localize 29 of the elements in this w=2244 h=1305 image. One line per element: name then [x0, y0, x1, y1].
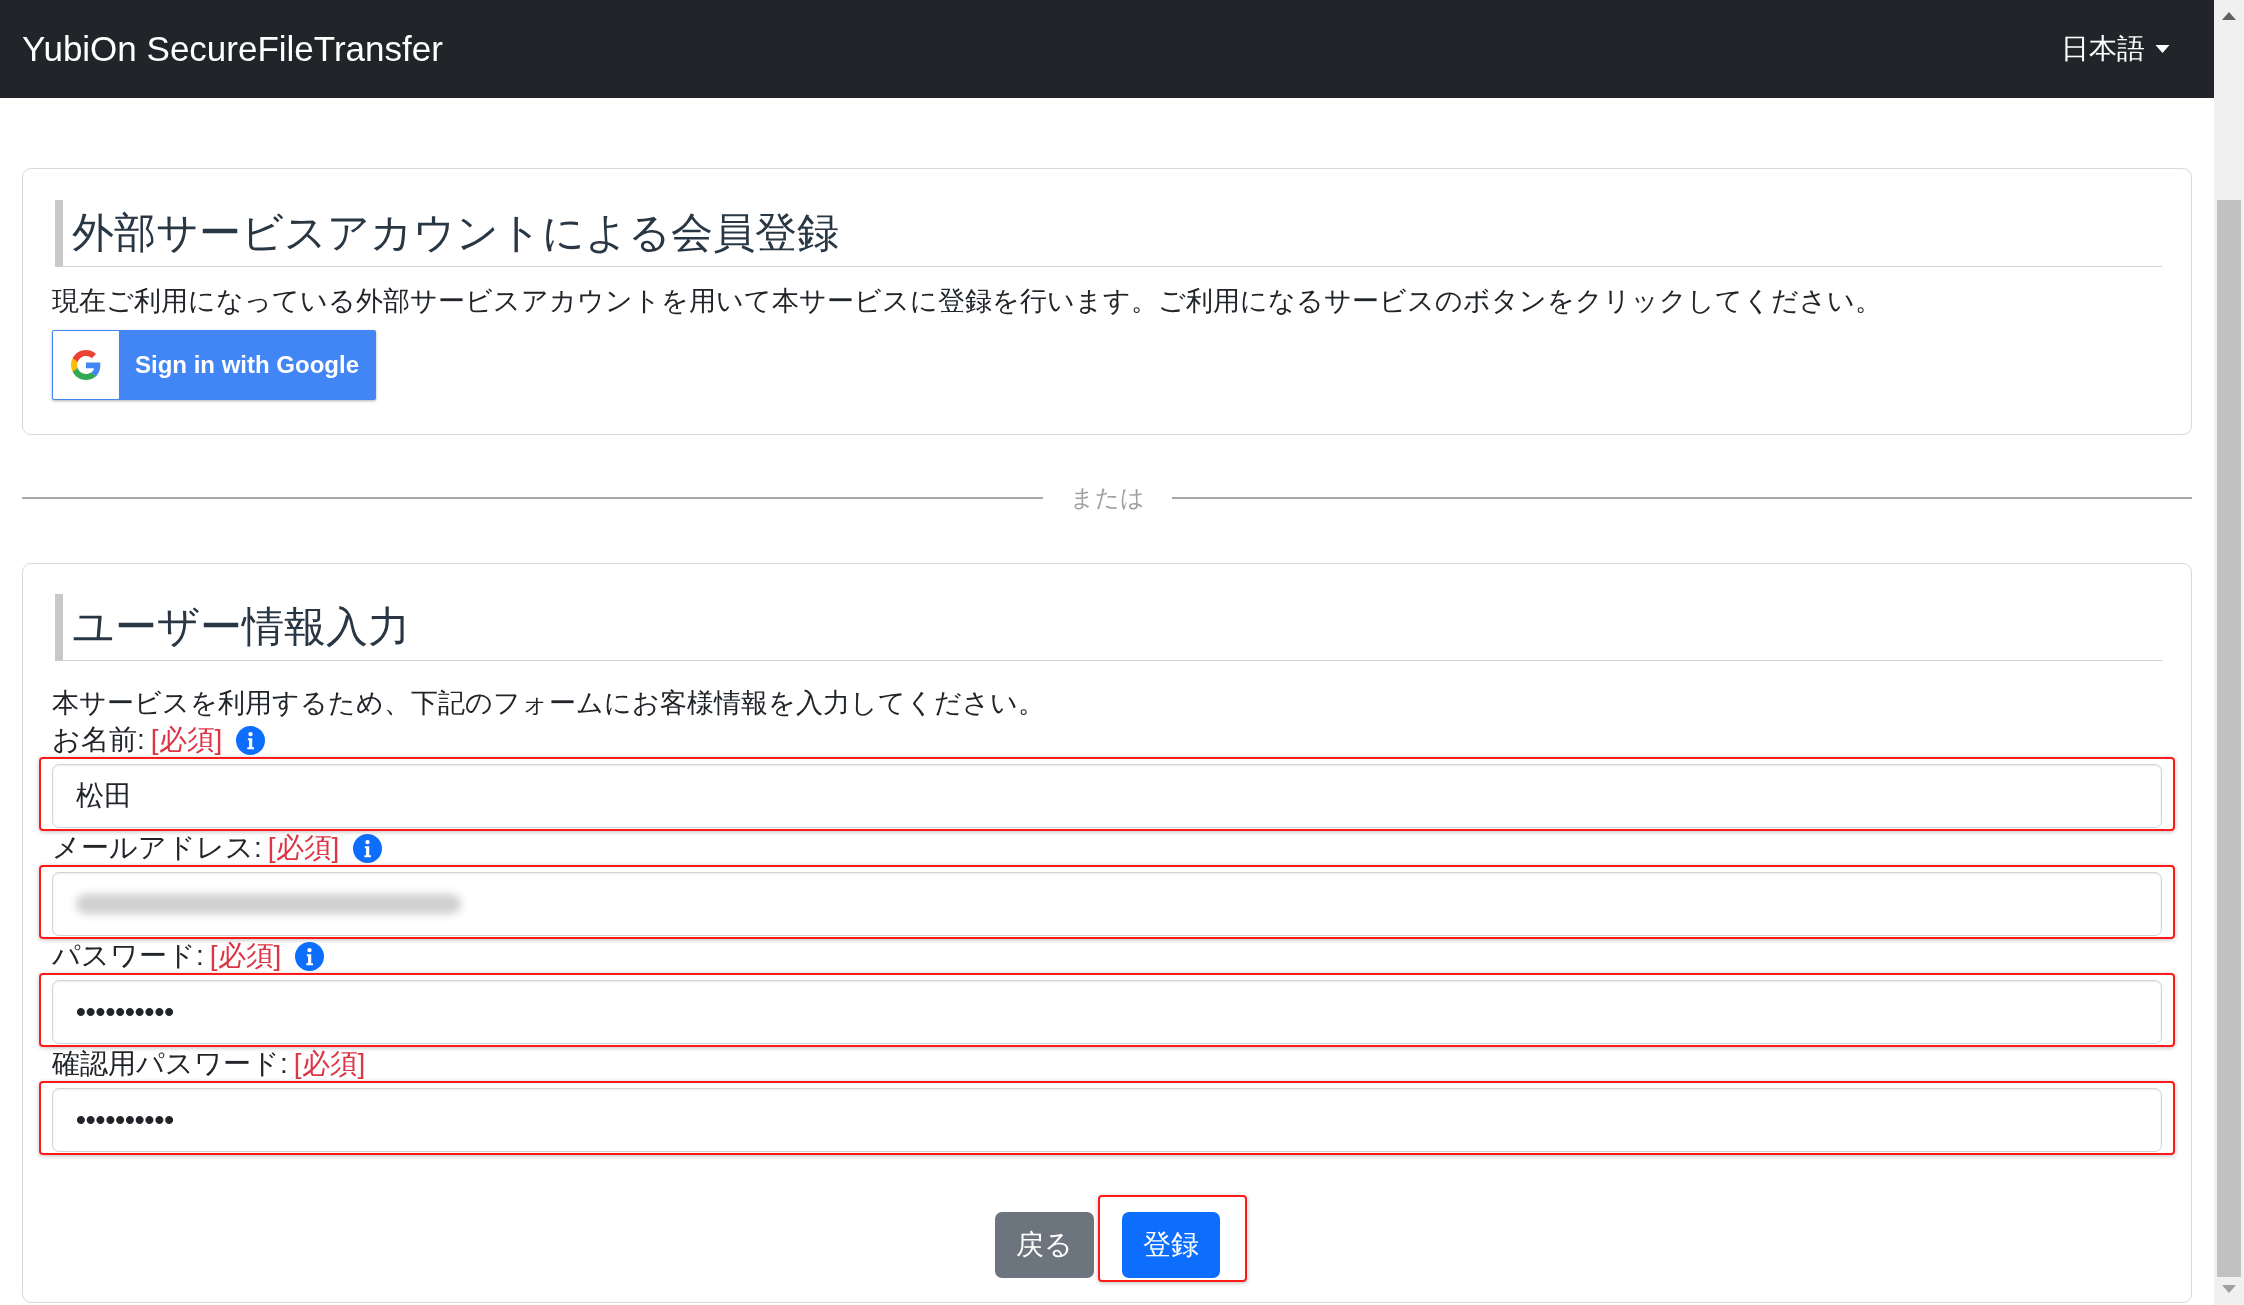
field-label: メールアドレス: — [52, 831, 262, 865]
scroll-down-icon[interactable] — [2222, 1285, 2236, 1293]
info-icon[interactable] — [295, 941, 325, 971]
section-heading: 外部サービスアカウントによる会員登録 — [55, 200, 2162, 267]
register-button[interactable]: 登録 — [1121, 1212, 1220, 1278]
password-field[interactable]: •••••••••• — [52, 1088, 2162, 1152]
info-icon[interactable] — [353, 833, 383, 863]
caret-down-icon — [2155, 45, 2170, 53]
brand-title[interactable]: YubiOn SecureFileTransfer — [22, 22, 443, 76]
required-mark: [必須] — [150, 723, 223, 757]
scroll-up-icon[interactable] — [2222, 12, 2236, 20]
description-text: 本サービスを利用するため、下記のフォームにお客様情報を入力してください。 — [52, 686, 1046, 720]
text-field[interactable]: 松田 — [52, 764, 2162, 828]
info-icon[interactable] — [236, 725, 266, 755]
required-mark: [必須] — [267, 831, 340, 865]
divider-label: または — [1068, 483, 1146, 513]
back-button[interactable]: 戻る — [994, 1212, 1094, 1278]
field-label: パスワード: — [52, 939, 204, 973]
google-logo-icon — [53, 331, 119, 399]
google-sign-in-button[interactable]: Sign in with Google — [52, 330, 376, 400]
password-field[interactable]: •••••••••• — [52, 980, 2162, 1044]
section-heading: ユーザー情報入力 — [55, 594, 2162, 661]
required-mark: [必須] — [209, 939, 282, 973]
description-text: 現在ご利用になっている外部サービスアカウントを用いて本サービスに登録を行います。ご利用になるサービスのボタンをクリックしてください。 — [52, 284, 1883, 318]
scrollbar-thumb[interactable] — [2217, 200, 2241, 1277]
field-label: 確認用パスワード: — [52, 1047, 288, 1081]
required-mark: [必須] — [293, 1047, 366, 1081]
language-dropdown[interactable]: 日本語 — [2061, 28, 2170, 70]
field-label: お名前: — [52, 723, 145, 757]
